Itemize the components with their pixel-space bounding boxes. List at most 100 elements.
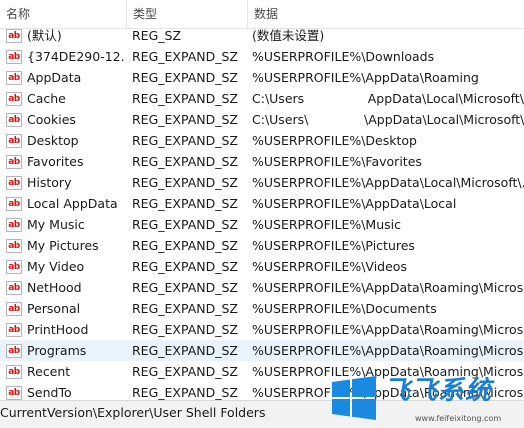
value-type: REG_EXPAND_SZ (132, 175, 238, 190)
string-value-icon: ab (6, 217, 22, 232)
value-type: REG_EXPAND_SZ (132, 385, 238, 400)
value-type: REG_EXPAND_SZ (132, 322, 238, 337)
value-name-cell: ab (默认) (6, 25, 126, 46)
value-name-cell: ab Favorites (6, 151, 126, 172)
registry-value-row[interactable]: ab My Music REG_EXPAND_SZ %USERPROFILE%\Mus… (0, 214, 524, 235)
string-value-icon: ab (6, 301, 22, 316)
value-data: %USERPROFILE%\Desktop (252, 133, 417, 148)
value-name-cell: ab Local AppData (6, 193, 126, 214)
value-data: %USERPROFILE%\Music (252, 217, 401, 232)
value-name-cell: ab PrintHood (6, 319, 126, 340)
registry-value-row[interactable]: ab History REG_EXPAND_SZ %USERPROFILE%\AppD… (0, 172, 524, 193)
value-name: Programs (27, 343, 87, 358)
value-name: My Music (27, 217, 85, 232)
registry-value-row[interactable]: ab NetHood REG_EXPAND_SZ %USERPROFILE%\AppD… (0, 277, 524, 298)
value-data: %USERPROFILE%\Pictures (252, 238, 415, 253)
string-value-icon: ab (6, 238, 22, 253)
watermark-brand: 飞飞系统 (384, 376, 493, 406)
value-data: (数值未设置) (252, 28, 325, 43)
string-value-icon: ab (6, 343, 22, 358)
registry-value-row[interactable]: ab Desktop REG_EXPAND_SZ %USERPROFILE%\Desk… (0, 130, 524, 151)
value-type: REG_EXPAND_SZ (132, 91, 238, 106)
value-data: %USERPROFILE%\Videos (252, 259, 407, 274)
string-value-icon: ab (6, 364, 22, 379)
registry-value-row[interactable]: ab Favorites REG_EXPAND_SZ %USERPROFILE%\Fa… (0, 151, 524, 172)
string-value-icon: ab (6, 322, 22, 337)
value-name: My Pictures (27, 238, 99, 253)
value-type: REG_EXPAND_SZ (132, 364, 238, 379)
value-name: Recent (27, 364, 71, 379)
value-name: NetHood (27, 280, 82, 295)
string-value-icon: ab (6, 133, 22, 148)
value-name: AppData (27, 70, 82, 85)
value-type: REG_EXPAND_SZ (132, 196, 238, 211)
registry-value-row[interactable]: ab Cache REG_EXPAND_SZ C:\Users AppData\Loc… (0, 88, 524, 109)
registry-value-row[interactable]: ab AppData REG_EXPAND_SZ %USERPROFILE%\AppD… (0, 67, 524, 88)
value-name-cell: ab Desktop (6, 130, 126, 151)
value-name-cell: ab Cookies (6, 109, 126, 130)
registry-value-row[interactable]: ab My Video REG_EXPAND_SZ %USERPROFILE%\Vid… (0, 256, 524, 277)
value-name-cell: ab My Music (6, 214, 126, 235)
value-name: (默认) (27, 28, 62, 43)
value-name: Cache (27, 91, 66, 106)
registry-value-row[interactable]: ab Personal REG_EXPAND_SZ %USERPROFILE%\Doc… (0, 298, 524, 319)
value-name-cell: ab My Video (6, 256, 126, 277)
value-type: REG_EXPAND_SZ (132, 259, 238, 274)
value-name: PrintHood (27, 322, 89, 337)
registry-value-row[interactable]: ab Cookies REG_EXPAND_SZ C:\Users\ \AppData… (0, 109, 524, 130)
registry-value-row[interactable]: ab Local AppData REG_EXPAND_SZ %USERPROFILE… (0, 193, 524, 214)
value-type: REG_SZ (132, 28, 182, 43)
value-name: Local AppData (27, 196, 118, 211)
string-value-icon: ab (6, 49, 22, 64)
value-name-cell: ab AppData (6, 67, 126, 88)
registry-value-row[interactable]: ab Programs REG_EXPAND_SZ %USERPROFILE%\App… (0, 340, 524, 361)
registry-value-row[interactable]: ab My Pictures REG_EXPAND_SZ %USERPROFILE%\… (0, 235, 524, 256)
value-name-cell: ab Recent (6, 361, 126, 382)
column-header-name[interactable]: 名称 (0, 0, 127, 28)
value-type: REG_EXPAND_SZ (132, 280, 238, 295)
value-data: %USERPROFILE%\Downloads (252, 49, 435, 64)
value-type: REG_EXPAND_SZ (132, 217, 238, 232)
value-data: %USERPROFILE%\Documents (252, 301, 437, 316)
value-data: C:\Users AppData\Local\Microsoft\Wi... (252, 91, 524, 106)
registry-value-row[interactable]: ab {374DE290-12... REG_EXPAND_SZ %USERPROFI… (0, 46, 524, 67)
string-value-icon: ab (6, 154, 22, 169)
value-type: REG_EXPAND_SZ (132, 343, 238, 358)
value-name: My Video (27, 259, 85, 274)
value-name-cell: ab Cache (6, 88, 126, 109)
value-type: REG_EXPAND_SZ (132, 70, 238, 85)
value-name-cell: ab My Pictures (6, 235, 126, 256)
value-type: REG_EXPAND_SZ (132, 238, 238, 253)
string-value-icon: ab (6, 280, 22, 295)
value-name-cell: ab Programs (6, 340, 126, 361)
string-value-icon: ab (6, 70, 22, 85)
windows-logo-icon (332, 376, 376, 420)
registry-value-list: ab (默认) REG_SZ (数值未设置) ab {374DE290-12... REG_… (0, 25, 524, 400)
value-type: REG_EXPAND_SZ (132, 154, 238, 169)
value-type: REG_EXPAND_SZ (132, 301, 238, 316)
value-name: SendTo (27, 385, 72, 400)
value-data: %USERPROFILE%\AppData\Roaming (252, 70, 479, 85)
value-name-cell: ab Personal (6, 298, 126, 319)
column-header-data[interactable]: 数据 (248, 0, 524, 28)
registry-path: CurrentVersion\Explorer\User Shell Folde… (0, 405, 266, 420)
string-value-icon: ab (6, 28, 22, 43)
value-name-cell: ab {374DE290-12... (6, 46, 126, 67)
string-value-icon: ab (6, 259, 22, 274)
string-value-icon: ab (6, 196, 22, 211)
registry-value-row[interactable]: ab PrintHood REG_EXPAND_SZ %USERPROFILE%\Ap… (0, 319, 524, 340)
string-value-icon: ab (6, 91, 22, 106)
column-header-type[interactable]: 类型 (127, 0, 248, 28)
value-type: REG_EXPAND_SZ (132, 112, 238, 127)
registry-value-row[interactable]: ab (默认) REG_SZ (数值未设置) (0, 25, 524, 46)
value-data: %USERPROFILE%\AppData\Local\Microsoft\..… (252, 175, 524, 190)
string-value-icon: ab (6, 385, 22, 400)
value-name: History (27, 175, 72, 190)
value-name: Favorites (27, 154, 84, 169)
value-data: %USERPROFILE%\AppData\Roaming\Micros... (252, 322, 524, 337)
value-type: REG_EXPAND_SZ (132, 133, 238, 148)
value-data: C:\Users\ \AppData\Local\Microsoft\Wi... (252, 112, 524, 127)
value-name: Desktop (27, 133, 79, 148)
value-name-cell: ab History (6, 172, 126, 193)
string-value-icon: ab (6, 112, 22, 127)
